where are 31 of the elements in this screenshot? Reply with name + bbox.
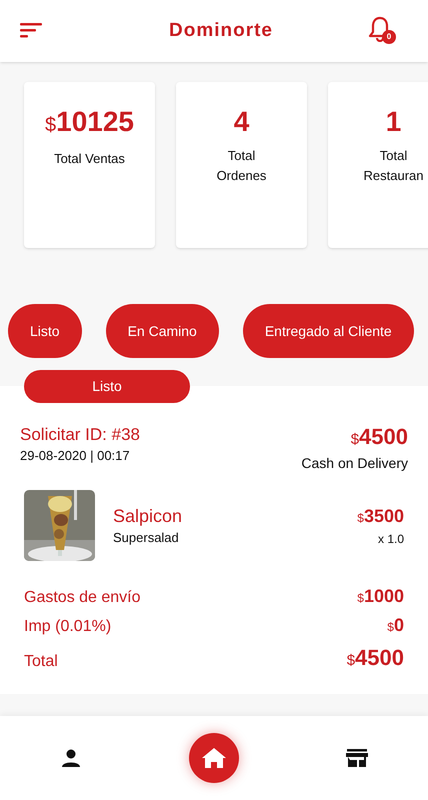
home-button[interactable] (188, 733, 239, 783)
stat-label: Total Ordenes (216, 147, 268, 185)
stat-value: 1 (386, 106, 402, 138)
summary-label: Imp (0.01%) (24, 617, 112, 637)
summary-label: Gastos de envío (24, 588, 141, 608)
filter-button[interactable]: En Camino (106, 304, 219, 358)
item-price: $3500 (357, 505, 404, 528)
stat-label: Total Restauran (362, 147, 424, 185)
order-total: $4500 (350, 424, 408, 451)
order-datetime: 29-08-2020 | 00:17 (20, 447, 131, 465)
restaurant-name: Supersalad (113, 528, 180, 547)
app-title: Dominorte (169, 18, 273, 43)
item-quantity: x 1.0 (378, 531, 404, 548)
payment-method: Cash on Delivery (301, 454, 408, 473)
status-badge: Listo (24, 370, 190, 403)
summary-value: $4500 (346, 644, 404, 672)
person-icon[interactable] (61, 749, 82, 767)
store-icon[interactable] (346, 749, 368, 767)
summary-value: $1000 (357, 585, 404, 608)
stat-value: 4 (234, 106, 250, 138)
summary-value: $0 (387, 614, 404, 637)
item-name: Salpicon (113, 504, 184, 528)
menu-icon[interactable] (20, 23, 44, 39)
order-id: Solicitar ID: #38 (20, 424, 140, 446)
stat-value: $10125 (45, 106, 134, 139)
home-icon (200, 747, 227, 769)
filter-button[interactable]: Listo (8, 304, 82, 358)
notification-badge: 0 (382, 30, 396, 44)
filter-button[interactable]: Entregado al Cliente (242, 304, 414, 358)
stat-label: Total Ventas (53, 150, 126, 168)
summary-label: Total (24, 652, 58, 672)
